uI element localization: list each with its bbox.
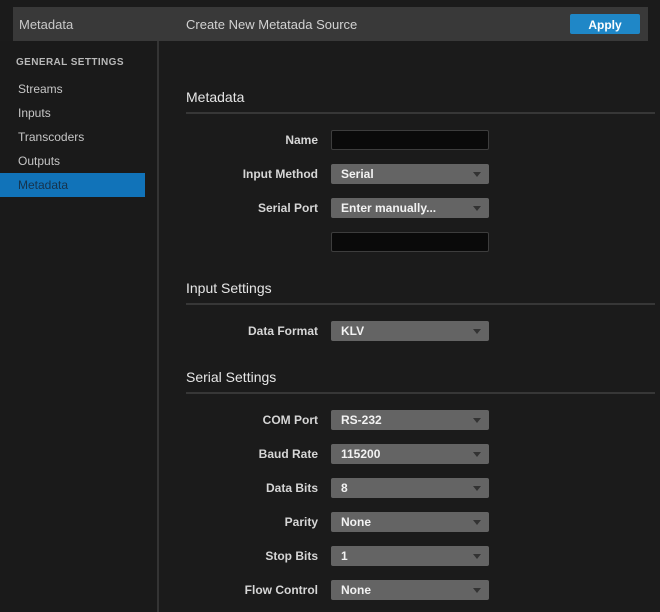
sidebar-item-inputs[interactable]: Inputs bbox=[0, 101, 145, 125]
sidebar-item-streams[interactable]: Streams bbox=[0, 77, 145, 101]
field-label: Baud Rate bbox=[186, 447, 318, 461]
page: Metadata Create New Metatada Source Appl… bbox=[0, 0, 660, 612]
section-divider bbox=[186, 112, 655, 114]
stop-bits-select[interactable]: 1 bbox=[331, 546, 489, 566]
chevron-down-icon bbox=[473, 486, 481, 491]
section-rows: COM Port RS-232 Baud Rate 115200 Data Bi… bbox=[186, 410, 655, 600]
field-label: Data Format bbox=[186, 324, 318, 338]
selected-option-label: RS-232 bbox=[331, 410, 489, 430]
field-label: COM Port bbox=[186, 413, 318, 427]
form-section: Serial Settings COM Port RS-232 Baud Rat… bbox=[186, 369, 655, 600]
serial-port-manual-input[interactable] bbox=[331, 232, 489, 252]
sidebar-item-label: Transcoders bbox=[18, 130, 84, 144]
chevron-down-icon bbox=[473, 418, 481, 423]
apply-button[interactable]: Apply bbox=[570, 14, 640, 34]
selected-option-label: 1 bbox=[331, 546, 489, 566]
section-divider bbox=[186, 303, 655, 305]
field-label: Data Bits bbox=[186, 481, 318, 495]
flow-control-select[interactable]: None bbox=[331, 580, 489, 600]
chevron-down-icon bbox=[473, 206, 481, 211]
chevron-down-icon bbox=[473, 520, 481, 525]
section-title: Input Settings bbox=[186, 280, 655, 296]
field-label: Flow Control bbox=[186, 583, 318, 597]
field-label: Input Method bbox=[186, 167, 318, 181]
serial-port-select[interactable]: Enter manually... bbox=[331, 198, 489, 218]
header-bar: Metadata Create New Metatada Source Appl… bbox=[13, 7, 648, 41]
sidebar-item-label: Streams bbox=[18, 82, 63, 96]
app-title: Metadata bbox=[19, 17, 73, 32]
selected-option-label: None bbox=[331, 512, 489, 532]
chevron-down-icon bbox=[473, 172, 481, 177]
field-label: Stop Bits bbox=[186, 549, 318, 563]
form-row: Baud Rate 115200 bbox=[186, 444, 655, 464]
input-method-select[interactable]: Serial bbox=[331, 164, 489, 184]
sidebar-item-label: Inputs bbox=[18, 106, 51, 120]
selected-option-label: KLV bbox=[331, 321, 489, 341]
section-divider bbox=[186, 392, 655, 394]
selected-option-label: 115200 bbox=[331, 444, 489, 464]
form-row: Input Method Serial bbox=[186, 164, 655, 184]
sidebar-item-label: Outputs bbox=[18, 154, 60, 168]
field-label: Serial Port bbox=[186, 201, 318, 215]
selected-option-label: 8 bbox=[331, 478, 489, 498]
parity-select[interactable]: None bbox=[331, 512, 489, 532]
chevron-down-icon bbox=[473, 329, 481, 334]
form-row bbox=[186, 232, 655, 252]
page-title: Create New Metatada Source bbox=[186, 17, 357, 32]
form-row: Serial Port Enter manually... bbox=[186, 198, 655, 218]
sidebar-items: Streams Inputs Transcoders Outputs Metad… bbox=[0, 77, 157, 197]
section-title: Metadata bbox=[186, 89, 655, 105]
form-row: Parity None bbox=[186, 512, 655, 532]
section-rows: Name Input Method Serial Serial Port Ent… bbox=[186, 130, 655, 252]
selected-option-label: Enter manually... bbox=[331, 198, 489, 218]
form-section: Input Settings Data Format KLV bbox=[186, 280, 655, 341]
form-row: Data Bits 8 bbox=[186, 478, 655, 498]
section-title: Serial Settings bbox=[186, 369, 655, 385]
selected-option-label: None bbox=[331, 580, 489, 600]
data-bits-select[interactable]: 8 bbox=[331, 478, 489, 498]
chevron-down-icon bbox=[473, 452, 481, 457]
sidebar-section-label: GENERAL SETTINGS bbox=[16, 57, 157, 68]
com-port-select[interactable]: RS-232 bbox=[331, 410, 489, 430]
data-format-select[interactable]: KLV bbox=[331, 321, 489, 341]
main-content: Metadata Name Input Method Serial Serial… bbox=[159, 41, 660, 612]
selected-option-label: Serial bbox=[331, 164, 489, 184]
form-section: Metadata Name Input Method Serial Serial… bbox=[186, 89, 655, 252]
form-row: Name bbox=[186, 130, 655, 150]
sidebar: GENERAL SETTINGS Streams Inputs Transcod… bbox=[0, 41, 157, 612]
form-row: Data Format KLV bbox=[186, 321, 655, 341]
chevron-down-icon bbox=[473, 588, 481, 593]
name-input[interactable] bbox=[331, 130, 489, 150]
sidebar-item-metadata[interactable]: Metadata bbox=[0, 173, 145, 197]
section-rows: Data Format KLV bbox=[186, 321, 655, 341]
field-label: Name bbox=[186, 133, 318, 147]
baud-rate-select[interactable]: 115200 bbox=[331, 444, 489, 464]
sidebar-item-outputs[interactable]: Outputs bbox=[0, 149, 145, 173]
chevron-down-icon bbox=[473, 554, 481, 559]
form-row: Stop Bits 1 bbox=[186, 546, 655, 566]
sidebar-item-label: Metadata bbox=[18, 178, 68, 192]
sidebar-item-transcoders[interactable]: Transcoders bbox=[0, 125, 145, 149]
form-row: Flow Control None bbox=[186, 580, 655, 600]
form-row: COM Port RS-232 bbox=[186, 410, 655, 430]
field-label: Parity bbox=[186, 515, 318, 529]
